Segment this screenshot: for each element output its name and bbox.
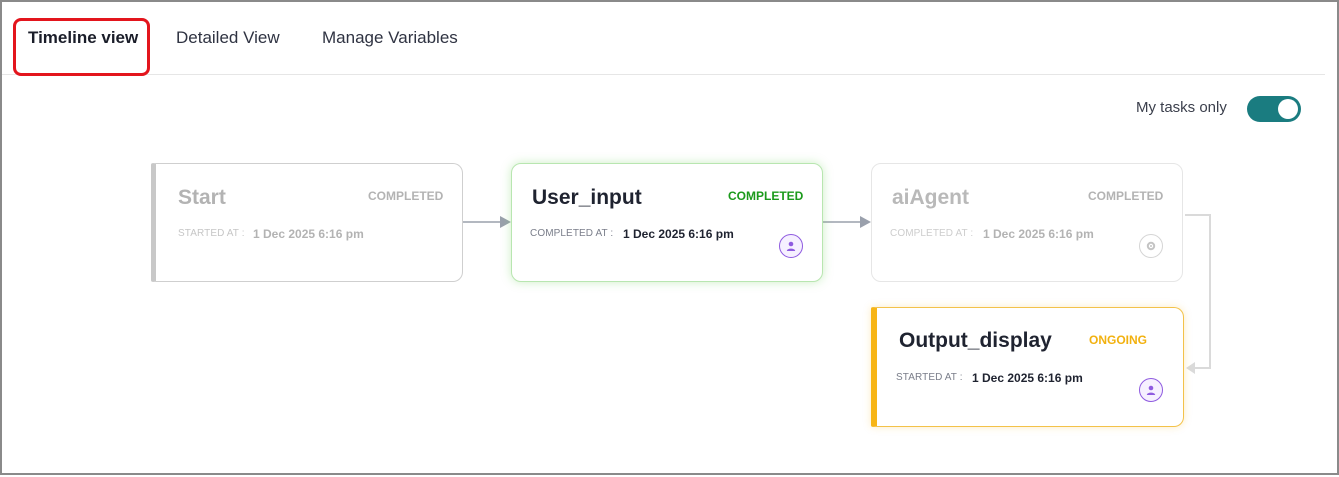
tab-timeline-view[interactable]: Timeline view — [28, 28, 138, 48]
node-meta-label: COMPLETED AT : — [530, 228, 614, 239]
node-title: Output_display — [899, 329, 1052, 352]
gear-icon — [1139, 234, 1163, 258]
node-title: User_input — [532, 186, 642, 209]
arrow-head-3 — [1186, 362, 1195, 374]
node-card-aiagent[interactable]: aiAgent COMPLETED COMPLETED AT : 1 Dec 2… — [871, 163, 1183, 282]
node-card-output-display[interactable]: Output_display ONGOING STARTED AT : 1 De… — [871, 307, 1184, 427]
tab-manage-variables[interactable]: Manage Variables — [322, 28, 458, 48]
node-status-badge: COMPLETED — [728, 189, 804, 203]
node-meta-value: 1 Dec 2025 6:16 pm — [253, 227, 364, 241]
user-icon — [1139, 378, 1163, 402]
connector-aiagent-output — [1185, 214, 1211, 369]
node-card-user-input[interactable]: User_input COMPLETED COMPLETED AT : 1 De… — [511, 163, 823, 282]
node-status-badge: COMPLETED — [368, 189, 444, 203]
node-status-badge: ONGOING — [1089, 333, 1148, 347]
my-tasks-only-label: My tasks only — [1136, 99, 1227, 116]
node-meta-value: 1 Dec 2025 6:16 pm — [972, 371, 1083, 385]
node-status-badge: COMPLETED — [1088, 189, 1164, 203]
arrow-head-1 — [500, 216, 511, 228]
node-meta-label: COMPLETED AT : — [890, 228, 974, 239]
node-title: Start — [178, 186, 226, 209]
node-meta-label: STARTED AT : — [178, 228, 245, 239]
user-icon — [779, 234, 803, 258]
node-meta-value: 1 Dec 2025 6:16 pm — [983, 227, 1094, 241]
node-card-start[interactable]: Start COMPLETED STARTED AT : 1 Dec 2025 … — [151, 163, 463, 282]
view-tabs: Timeline view Detailed View Manage Varia… — [2, 2, 1325, 76]
node-meta-label: STARTED AT : — [896, 372, 963, 383]
toggle-knob — [1278, 99, 1298, 119]
workflow-panel: Timeline view Detailed View Manage Varia… — [0, 0, 1339, 475]
node-title: aiAgent — [892, 186, 970, 209]
tab-detailed-view[interactable]: Detailed View — [176, 28, 280, 48]
my-tasks-only-toggle[interactable] — [1247, 96, 1301, 122]
node-meta-value: 1 Dec 2025 6:16 pm — [623, 227, 734, 241]
arrow-head-2 — [860, 216, 871, 228]
